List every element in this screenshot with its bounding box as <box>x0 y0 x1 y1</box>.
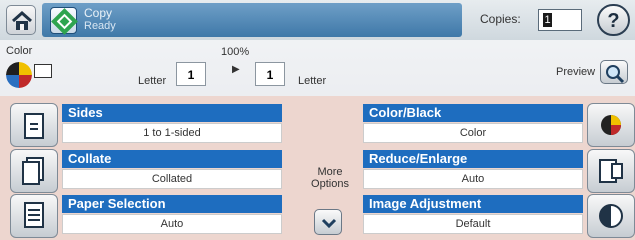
home-button[interactable] <box>6 5 36 35</box>
copies-input[interactable]: 1 <box>538 9 582 31</box>
more-options-line2: Options <box>311 178 349 190</box>
option-image-adjustment[interactable]: Image Adjustment Default <box>363 194 635 238</box>
copies-value: 1 <box>543 13 552 27</box>
copy-screen: Copy Ready Copies: 1 ? Color Letter 1 10… <box>0 0 635 240</box>
help-button[interactable]: ? <box>597 4 630 36</box>
sheet-icon <box>34 64 52 78</box>
copies-label: Copies: <box>480 12 521 26</box>
copy-summary-row: Color Letter 1 100% ▶ 1 Letter Preview <box>0 40 635 96</box>
magnifier-icon <box>606 65 625 84</box>
output-paper-size: Letter <box>298 75 327 87</box>
option-sides[interactable]: Sides 1 to 1-sided <box>10 103 285 147</box>
image-adjustment-icon <box>587 194 635 238</box>
color-icon <box>6 62 32 88</box>
option-paper-selection[interactable]: Paper Selection Auto <box>10 194 285 238</box>
more-options-label[interactable]: More Options <box>298 166 362 190</box>
output-count: 1 <box>255 62 285 86</box>
option-collate[interactable]: Collate Collated <box>10 149 285 193</box>
job-title: Copy <box>84 6 113 20</box>
help-icon: ? <box>607 10 619 32</box>
input-paper-size: Letter <box>138 75 167 87</box>
start-copy-button[interactable] <box>50 7 78 35</box>
chevron-down-icon <box>321 218 337 229</box>
sides-title: Sides <box>62 104 282 122</box>
preview-button[interactable] <box>600 60 628 84</box>
right-arrow-icon: ▶ <box>232 64 240 75</box>
image-adjustment-title: Image Adjustment <box>363 195 583 213</box>
reduce-enlarge-title: Reduce/Enlarge <box>363 150 583 168</box>
preview-label: Preview <box>556 66 596 78</box>
option-reduce-enlarge[interactable]: Reduce/Enlarge Auto <box>363 149 635 193</box>
option-color-black[interactable]: Color/Black Color <box>363 103 635 147</box>
reduce-enlarge-value: Auto <box>363 169 583 189</box>
input-count: 1 <box>176 62 206 86</box>
color-black-icon <box>587 103 635 147</box>
paper-selection-icon <box>10 194 58 238</box>
image-adjustment-value: Default <box>363 214 583 234</box>
zoom-level: 100% <box>221 46 250 58</box>
collate-title: Collate <box>62 150 282 168</box>
scroll-down-button[interactable] <box>314 209 342 235</box>
svg-text:?: ? <box>607 10 619 32</box>
sides-value: 1 to 1-sided <box>62 123 282 143</box>
color-label: Color <box>6 45 33 57</box>
sides-icon <box>10 103 58 147</box>
reduce-enlarge-icon <box>587 149 635 193</box>
options-panel: Sides 1 to 1-sided Collate Collated Pape… <box>0 96 635 240</box>
home-icon <box>12 10 32 30</box>
collate-icon <box>10 149 58 193</box>
start-icon <box>51 8 78 35</box>
more-options-line1: More <box>317 166 343 178</box>
job-status: Ready <box>84 20 116 32</box>
top-bar: Copy Ready Copies: 1 ? <box>0 0 635 40</box>
collate-value: Collated <box>62 169 282 189</box>
paper-selection-title: Paper Selection <box>62 195 282 213</box>
color-black-title: Color/Black <box>363 104 583 122</box>
paper-selection-value: Auto <box>62 214 282 234</box>
color-black-value: Color <box>363 123 583 143</box>
